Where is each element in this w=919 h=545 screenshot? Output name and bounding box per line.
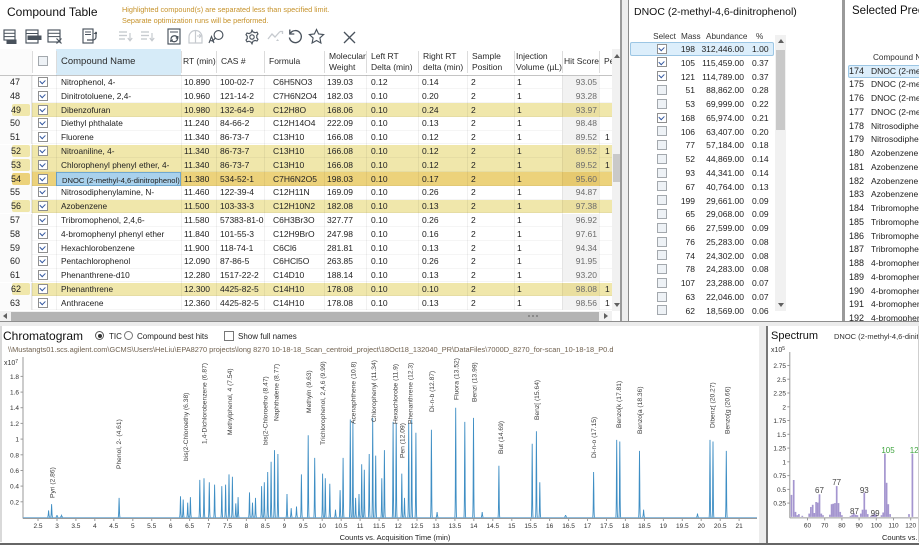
svg-text:Dibenz[ (20.27): Dibenz[ (20.27) bbox=[710, 382, 717, 428]
svg-text:87: 87 bbox=[850, 507, 859, 516]
svg-text:0.75: 0.75 bbox=[773, 473, 786, 480]
svg-text:21: 21 bbox=[735, 523, 743, 530]
svg-text:2.5: 2.5 bbox=[33, 523, 42, 530]
svg-text:15: 15 bbox=[508, 523, 516, 530]
svg-text:Phenol, 2- (4.61): Phenol, 2- (4.61) bbox=[116, 419, 123, 469]
svg-text:1: 1 bbox=[15, 437, 19, 444]
svg-text:10.5: 10.5 bbox=[335, 523, 348, 530]
svg-text:1.75: 1.75 bbox=[773, 418, 786, 425]
svg-text:2.75: 2.75 bbox=[773, 363, 786, 370]
svg-text:Counts vs. Acquisition Time (m: Counts vs. Acquisition Time (min) bbox=[340, 533, 451, 542]
svg-text:14: 14 bbox=[470, 523, 478, 530]
svg-text:Trichlorophenol, 2,4,6 (9.99): Trichlorophenol, 2,4,6 (9.99) bbox=[320, 361, 327, 445]
svg-text:Phenanthrene (12.3): Phenanthrene (12.3) bbox=[407, 363, 414, 424]
svg-text:70: 70 bbox=[821, 522, 829, 529]
svg-text:Fluora (13.52): Fluora (13.52) bbox=[454, 358, 461, 400]
svg-text:90: 90 bbox=[855, 522, 863, 529]
svg-text:8.5: 8.5 bbox=[261, 523, 270, 530]
svg-text:Di-n-b (12.87): Di-n-b (12.87) bbox=[429, 371, 436, 412]
svg-text:11: 11 bbox=[357, 523, 364, 530]
svg-text:1.5: 1.5 bbox=[777, 432, 786, 439]
svg-text:18.5: 18.5 bbox=[638, 523, 651, 530]
svg-text:3: 3 bbox=[55, 523, 59, 530]
svg-text:14.5: 14.5 bbox=[486, 523, 499, 530]
svg-text:bis(2-Chloroethy (6.38): bis(2-Chloroethy (6.38) bbox=[183, 393, 190, 461]
svg-text:1.25: 1.25 bbox=[773, 446, 786, 453]
svg-text:Methyln (9.63): Methyln (9.63) bbox=[306, 370, 313, 413]
svg-text:Methylphenol, 4 (7.54): Methylphenol, 4 (7.54) bbox=[227, 368, 234, 435]
svg-text:Pen (12.09): Pen (12.09) bbox=[400, 423, 407, 458]
svg-text:7.5: 7.5 bbox=[223, 523, 232, 530]
svg-text:0.8: 0.8 bbox=[10, 452, 19, 459]
svg-text:17: 17 bbox=[584, 523, 592, 530]
svg-text:Acenaphthene (10.8): Acenaphthene (10.8) bbox=[351, 362, 358, 424]
svg-text:19: 19 bbox=[660, 523, 668, 530]
svg-text:Benzo[a (18.36): Benzo[a (18.36) bbox=[637, 386, 644, 434]
svg-text:77: 77 bbox=[832, 478, 841, 487]
svg-text:9: 9 bbox=[283, 523, 287, 530]
svg-text:Hexachlorobe (11.9): Hexachlorobe (11.9) bbox=[392, 364, 399, 424]
svg-text:2.25: 2.25 bbox=[773, 391, 786, 398]
svg-text:0.6: 0.6 bbox=[10, 468, 19, 475]
svg-text:11.5: 11.5 bbox=[373, 523, 386, 530]
svg-text:Chlorophenyl (11.34): Chlorophenyl (11.34) bbox=[371, 360, 378, 422]
svg-text:120: 120 bbox=[905, 522, 916, 529]
svg-text:bis(2-Chloroetho (8.47): bis(2-Chloroetho (8.47) bbox=[262, 376, 269, 445]
svg-text:67: 67 bbox=[815, 486, 824, 495]
svg-text:93: 93 bbox=[860, 486, 869, 495]
svg-text:99: 99 bbox=[871, 509, 880, 518]
svg-text:20.5: 20.5 bbox=[714, 523, 727, 530]
svg-text:Benzi (13.99): Benzi (13.99) bbox=[472, 362, 479, 402]
svg-text:5.5: 5.5 bbox=[147, 523, 156, 530]
svg-text:Naphthalene (8.77): Naphthalene (8.77) bbox=[274, 364, 281, 421]
svg-text:100: 100 bbox=[871, 522, 882, 529]
svg-text:3.5: 3.5 bbox=[71, 523, 80, 530]
svg-text:x105: x105 bbox=[771, 346, 785, 354]
svg-text:6.5: 6.5 bbox=[185, 523, 194, 530]
svg-text:Di-n-o (17.15): Di-n-o (17.15) bbox=[591, 417, 598, 458]
svg-text:13.5: 13.5 bbox=[449, 523, 462, 530]
svg-text:16.5: 16.5 bbox=[562, 523, 575, 530]
svg-text:1.4: 1.4 bbox=[10, 405, 19, 412]
svg-text:Benzo[k (17.81): Benzo[k (17.81) bbox=[616, 381, 623, 428]
svg-text:12: 12 bbox=[394, 523, 402, 530]
svg-text:Benzo[g (20.66): Benzo[g (20.66) bbox=[724, 386, 731, 434]
svg-text:17.5: 17.5 bbox=[600, 523, 613, 530]
svg-text:1,4-Dichlorobenzene (6.87): 1,4-Dichlorobenzene (6.87) bbox=[202, 363, 209, 444]
svg-text:0.5: 0.5 bbox=[777, 487, 786, 494]
svg-text:110: 110 bbox=[888, 522, 899, 529]
svg-text:6: 6 bbox=[169, 523, 173, 530]
svg-text:60: 60 bbox=[804, 522, 812, 529]
svg-text:1.2: 1.2 bbox=[10, 421, 19, 428]
svg-text:18: 18 bbox=[622, 523, 630, 530]
svg-text:13: 13 bbox=[432, 523, 440, 530]
svg-text:20: 20 bbox=[698, 523, 706, 530]
svg-text:15.5: 15.5 bbox=[524, 523, 537, 530]
svg-text:9.5: 9.5 bbox=[299, 523, 308, 530]
svg-text:Counts vs. Mass-to-Charge (m/z: Counts vs. Mass-to-Charge (m/z) bbox=[882, 533, 919, 542]
svg-text:Benz[ (15.64): Benz[ (15.64) bbox=[534, 380, 541, 420]
svg-text:80: 80 bbox=[838, 522, 846, 529]
svg-text:1.6: 1.6 bbox=[10, 390, 19, 397]
svg-text:19.5: 19.5 bbox=[676, 523, 689, 530]
svg-text:10: 10 bbox=[319, 523, 327, 530]
svg-text:8: 8 bbox=[245, 523, 249, 530]
svg-text:But (14.69): But (14.69) bbox=[498, 421, 505, 454]
svg-text:2: 2 bbox=[782, 404, 786, 411]
svg-text:4.5: 4.5 bbox=[109, 523, 118, 530]
svg-text:4: 4 bbox=[93, 523, 97, 530]
svg-text:7: 7 bbox=[207, 523, 211, 530]
svg-text:105: 105 bbox=[881, 446, 895, 455]
svg-text:1: 1 bbox=[782, 459, 786, 466]
svg-text:0.25: 0.25 bbox=[773, 501, 786, 508]
svg-text:x107: x107 bbox=[4, 359, 18, 367]
svg-text:Pyri (2.86): Pyri (2.86) bbox=[50, 467, 57, 498]
svg-text:2.5: 2.5 bbox=[777, 377, 786, 384]
svg-text:5: 5 bbox=[131, 523, 135, 530]
svg-text:1.8: 1.8 bbox=[10, 374, 19, 381]
svg-text:12.5: 12.5 bbox=[411, 523, 424, 530]
svg-text:16: 16 bbox=[546, 523, 554, 530]
svg-text:0.4: 0.4 bbox=[10, 484, 19, 491]
svg-text:0.2: 0.2 bbox=[10, 499, 19, 506]
